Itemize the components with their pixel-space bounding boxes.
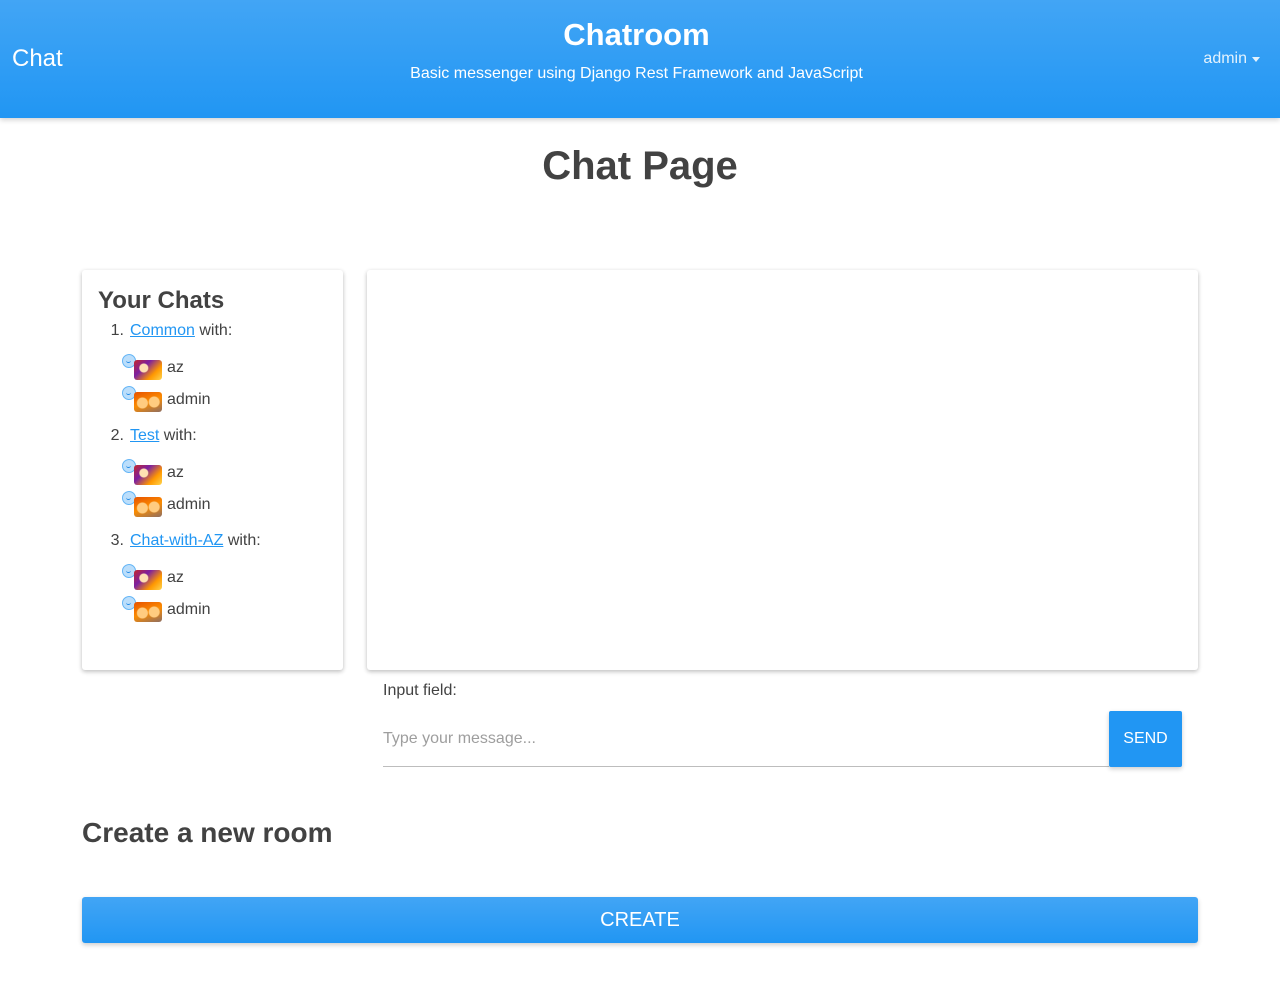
message-input[interactable]	[383, 711, 1109, 767]
chats-heading: Your Chats	[98, 287, 225, 314]
member-item: az	[122, 562, 327, 594]
avatar	[122, 354, 162, 382]
member-item: admin	[122, 594, 327, 626]
member-name: az	[167, 359, 184, 376]
chats-panel: Your Chats 1. Common with: az admin 2. Test w…	[82, 270, 343, 670]
brand-link[interactable]: Chat	[12, 44, 63, 74]
member-list: az admin	[122, 562, 327, 626]
warrior-avatar-icon	[134, 465, 162, 485]
member-list: az admin	[122, 457, 327, 521]
room-number: 3.	[110, 532, 124, 549]
warrior-avatar-icon	[134, 570, 162, 590]
member-name: admin	[167, 601, 211, 618]
fox-avatar-icon	[134, 497, 162, 517]
member-item: az	[122, 352, 327, 384]
avatar	[122, 459, 162, 487]
room-item: 3. Chat-with-AZ with: az admin	[98, 530, 327, 626]
room-number: 1.	[110, 322, 124, 339]
room-line: 2. Test with:	[98, 425, 327, 447]
caret-down-icon	[1252, 56, 1260, 62]
member-item: az	[122, 457, 327, 489]
fox-avatar-icon	[134, 602, 162, 622]
room-link[interactable]: Common	[130, 320, 195, 342]
create-room-button[interactable]: Create	[82, 897, 1198, 943]
page-title: Chat Page	[542, 144, 738, 188]
user-menu-dropdown[interactable]: admin	[1203, 49, 1260, 69]
room-suffix: with:	[163, 427, 197, 444]
member-item: admin	[122, 489, 327, 521]
create-room-heading: Create a new room	[82, 817, 333, 848]
member-list: az admin	[122, 352, 327, 416]
user-menu-label: admin	[1203, 50, 1247, 67]
app-subtitle: Basic messenger using Django Rest Framew…	[410, 65, 863, 82]
member-name: az	[167, 464, 184, 481]
member-item: admin	[122, 384, 327, 416]
avatar	[122, 386, 162, 414]
messages-panel[interactable]	[367, 270, 1198, 670]
fox-avatar-icon	[134, 392, 162, 412]
top-navbar: Chat Chatroom Basic messenger using Djan…	[0, 0, 1280, 118]
room-list: 1. Common with: az admin 2. Test with: az admin…	[98, 320, 327, 626]
warrior-avatar-icon	[134, 360, 162, 380]
room-link[interactable]: Chat-with-AZ	[130, 530, 223, 552]
avatar	[122, 491, 162, 519]
room-suffix: with:	[227, 532, 261, 549]
room-line: 3. Chat-with-AZ with:	[98, 530, 327, 552]
member-name: az	[167, 569, 184, 586]
member-name: admin	[167, 391, 211, 408]
room-suffix: with:	[199, 322, 233, 339]
navbar-heading: Chatroom Basic messenger using Django Re…	[340, 14, 933, 84]
room-item: 2. Test with: az admin	[98, 425, 327, 521]
send-button[interactable]: Send	[1109, 711, 1182, 767]
member-name: admin	[167, 496, 211, 513]
room-line: 1. Common with:	[98, 320, 327, 342]
room-number: 2.	[110, 427, 124, 444]
room-link[interactable]: Test	[130, 425, 159, 447]
message-input-label: Input field:	[383, 682, 457, 699]
avatar	[122, 596, 162, 624]
room-item: 1. Common with: az admin	[98, 320, 327, 416]
avatar	[122, 564, 162, 592]
app-title: Chatroom	[563, 17, 710, 52]
